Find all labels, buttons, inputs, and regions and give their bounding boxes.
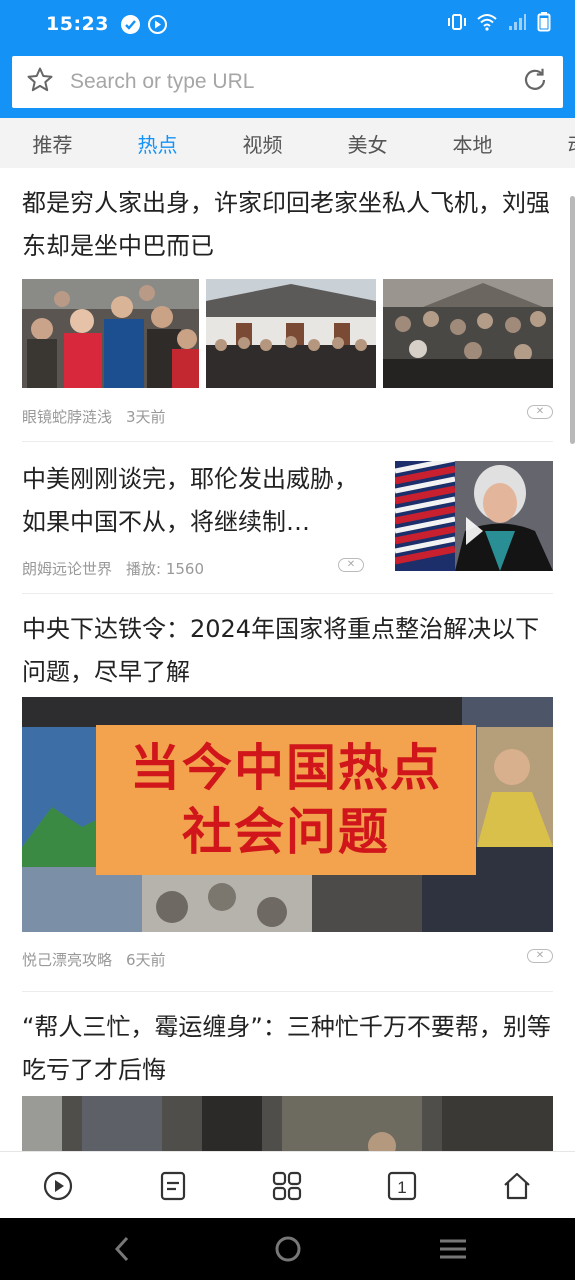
article-source[interactable]: 悦己漂亮攻略 [22,949,112,970]
banner-caption-box: 当今中国热点 社会问题 [96,725,476,875]
divider [22,441,553,442]
article-card[interactable]: 中央下达铁令：2024年国家将重点整治解决以下问题，尽早了解 [22,608,553,694]
article-time: 6天前 [126,951,166,969]
scrollbar[interactable] [570,196,575,444]
tab-count: 1 [397,1178,406,1197]
article-title[interactable]: “帮人三忙，霉运缠身”：三种忙千万不要帮，别等吃亏了才后悔 [22,1006,553,1092]
video-play-icon[interactable] [38,1166,78,1206]
article-thumbnail[interactable] [383,279,553,388]
category-tabs: 推荐 热点 视频 美女 本地 动 [0,118,575,168]
status-time: 15:23 [46,13,109,35]
dismiss-button[interactable]: ✕ [527,405,553,419]
back-icon[interactable] [102,1232,142,1266]
divider [22,991,553,992]
article-meta: 悦己漂亮攻略 6天前 [22,949,166,970]
url-bar-area [0,48,575,118]
url-input[interactable] [70,70,521,94]
article-thumbnail[interactable] [22,279,199,388]
menu-icon[interactable] [433,1232,473,1266]
tab-beauty[interactable]: 美女 [315,129,420,158]
url-bar[interactable] [12,56,563,108]
tab-video[interactable]: 视频 [210,129,315,158]
video-thumbnail[interactable] [395,461,553,571]
article-time: 3天前 [126,408,166,426]
tab-hot[interactable]: 热点 [105,129,210,158]
bottom-toolbar: 1 [0,1151,575,1218]
signal-icon [507,13,527,35]
dismiss-button[interactable]: ✕ [338,558,364,572]
article-title[interactable]: 都是穷人家出身，许家印回老家坐私人飞机，刘强东却是坐中巴而已 [22,182,553,268]
article-source[interactable]: 眼镜蛇脖涟浅 [22,406,112,427]
wifi-icon [477,13,497,35]
home-icon[interactable] [497,1166,537,1206]
article-source[interactable]: 朗姆远论世界 [22,558,112,579]
article-meta: 眼镜蛇脖涟浅 3天前 [22,406,166,427]
status-bar: 15:23 [0,0,575,48]
apps-grid-icon[interactable] [267,1166,307,1206]
news-feed[interactable]: 都是穷人家出身，许家印回老家坐私人飞机，刘强东却是坐中巴而已 眼镜蛇脖涟浅 3天… [0,168,575,1151]
home-circle-icon[interactable] [268,1232,308,1266]
battery-icon [537,12,551,36]
play-circle-icon [147,14,167,34]
tab-more[interactable]: 动 [525,129,575,158]
check-circle-icon [120,14,140,34]
article-banner-image[interactable]: 当今中国热点 社会问题 [22,697,553,932]
reader-icon[interactable] [153,1166,193,1206]
banner-headline-line1: 当今中国热点 [130,739,442,797]
tabs-count-icon[interactable]: 1 [382,1166,422,1206]
article-card[interactable]: 都是穷人家出身，许家印回老家坐私人飞机，刘强东却是坐中巴而已 [22,182,553,268]
status-icons-left [120,14,167,34]
tab-recommend[interactable]: 推荐 [0,129,105,158]
article-title[interactable]: 中央下达铁令：2024年国家将重点整治解决以下问题，尽早了解 [22,608,553,694]
vibrate-icon [447,13,467,35]
star-icon[interactable] [26,66,54,98]
divider [22,593,553,594]
article-thumbnail[interactable] [22,1096,553,1151]
banner-headline-line2: 社会问题 [182,803,390,861]
article-thumbnail[interactable] [206,279,376,388]
dismiss-button[interactable]: ✕ [527,949,553,963]
article-card[interactable]: 中美刚刚谈完，耶伦发出威胁，如果中国不从，将继续制… [22,458,372,544]
status-icons-right [447,12,551,36]
article-meta: 朗姆远论世界 播放: 1560 [22,558,204,579]
article-title[interactable]: 中美刚刚谈完，耶伦发出威胁，如果中国不从，将继续制… [22,458,372,544]
tab-local[interactable]: 本地 [420,129,525,158]
article-card[interactable]: “帮人三忙，霉运缠身”：三种忙千万不要帮，别等吃亏了才后悔 [22,1006,553,1092]
refresh-icon[interactable] [521,66,549,98]
article-plays: 播放: 1560 [126,560,205,578]
system-nav-bar [0,1218,575,1280]
